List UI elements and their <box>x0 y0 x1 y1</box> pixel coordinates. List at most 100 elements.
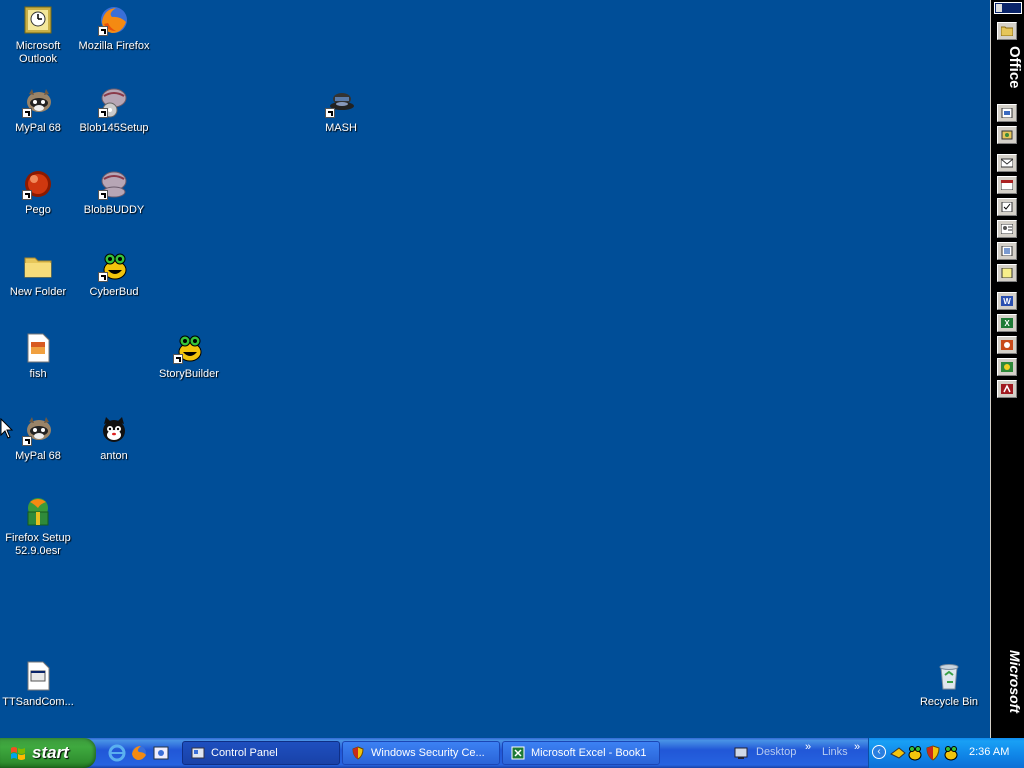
new-journal-entry-button[interactable] <box>997 242 1017 260</box>
taskbar: start Control Panel Windows Security Ce.… <box>0 738 1024 768</box>
new-office-document-button[interactable] <box>997 104 1017 122</box>
shortcut-arrow-icon <box>22 108 32 118</box>
office-folder-button[interactable] <box>997 22 1017 40</box>
open-office-document-button[interactable] <box>997 126 1017 144</box>
new-contact-button[interactable] <box>997 220 1017 238</box>
desktop-icon-storybuilder[interactable]: StoryBuilder <box>151 332 227 381</box>
desktop-toolbar-chevron-icon[interactable]: » <box>805 741 811 753</box>
blobbuddy-icon <box>98 168 130 200</box>
exe-file-icon <box>22 660 54 692</box>
mail-icon <box>1001 158 1013 168</box>
icon-label: fish <box>29 368 47 380</box>
desktop-icon-mash[interactable]: MASH <box>303 86 379 135</box>
excel-button[interactable]: X <box>997 314 1017 332</box>
word-button[interactable]: W <box>997 292 1017 310</box>
office-bar-control[interactable] <box>994 2 1022 14</box>
desktop-toolbar-label[interactable]: Desktop <box>756 746 796 758</box>
icon-label: BlobBUDDY <box>83 204 145 216</box>
desktop-icon-new-folder[interactable]: New Folder <box>0 250 76 299</box>
office-bar-brand: Microsoft <box>1007 650 1023 713</box>
journal-icon <box>1001 246 1013 256</box>
mouse-cursor-icon <box>0 418 14 439</box>
icon-label: StoryBuilder <box>159 368 219 380</box>
icon-label: New Folder <box>9 286 67 298</box>
folder-icon <box>1001 26 1013 36</box>
svg-text:X: X <box>1004 319 1010 328</box>
desktop[interactable]: Microsoft Outlook Mozilla Firefox MyPal … <box>0 0 990 738</box>
shortcut-arrow-icon <box>98 272 108 282</box>
calendar-icon <box>1001 180 1013 190</box>
desktop-icon-mypal[interactable]: MyPal 68 <box>0 86 76 135</box>
task-label: Control Panel <box>211 747 278 759</box>
desktop-icon-firefox[interactable]: Mozilla Firefox <box>76 4 152 53</box>
publisher-button[interactable] <box>997 358 1017 376</box>
blob-setup-icon <box>98 86 130 118</box>
firefox-icon[interactable] <box>130 744 148 762</box>
new-message-button[interactable] <box>997 154 1017 172</box>
recycle-bin-icon <box>933 660 965 692</box>
icon-label: Recycle Bin <box>919 696 979 708</box>
clock[interactable]: 2:36 AM <box>969 746 1009 758</box>
firefox-setup-icon <box>22 496 54 528</box>
quick-launch <box>104 744 174 762</box>
desktop-icon-cyberbud[interactable]: CyberBud <box>76 250 152 299</box>
task-microsoft-excel[interactable]: Microsoft Excel - Book1 <box>502 741 660 765</box>
new-task-button[interactable] <box>997 198 1017 216</box>
task-label: Windows Security Ce... <box>371 747 485 759</box>
start-button[interactable]: start <box>0 738 96 768</box>
desktop-icon-blobbuddy[interactable]: BlobBUDDY <box>76 168 152 217</box>
desktop-icon-pego[interactable]: Pego <box>0 168 76 217</box>
desktop-icon-fish[interactable]: fish <box>0 332 76 381</box>
task-label: Microsoft Excel - Book1 <box>531 747 647 759</box>
ie-icon[interactable] <box>108 744 126 762</box>
image-file-icon <box>22 332 54 364</box>
links-toolbar-label[interactable]: Links <box>822 746 848 758</box>
access-button[interactable] <box>997 380 1017 398</box>
task-icon <box>1001 202 1013 212</box>
powerpoint-button[interactable] <box>997 336 1017 354</box>
pego-icon <box>22 168 54 200</box>
links-toolbar-chevron-icon[interactable]: » <box>854 741 860 753</box>
word-icon: W <box>1001 296 1013 306</box>
outlook-icon <box>22 4 54 36</box>
storybuilder-icon <box>173 332 205 364</box>
icon-label: Microsoft Outlook <box>15 40 61 65</box>
show-hidden-icons-button[interactable]: ‹ <box>872 745 886 759</box>
shield-tray-icon[interactable] <box>925 745 941 761</box>
new-note-button[interactable] <box>997 264 1017 282</box>
note-icon <box>1001 268 1013 278</box>
buddy-tray-icon[interactable] <box>943 745 959 761</box>
desktop-icon-anton[interactable]: anton <box>76 414 152 463</box>
office-bar-title: Office <box>1006 46 1023 89</box>
desktop-icon-ttsandcom[interactable]: TTSandCom... <box>0 660 76 709</box>
shortcut-arrow-icon <box>22 190 32 200</box>
new-appointment-button[interactable] <box>997 176 1017 194</box>
system-tray: ‹ 2:36 AM <box>868 738 1024 768</box>
bonzi-icon[interactable] <box>890 745 906 761</box>
contact-icon <box>1001 224 1013 234</box>
start-label: start <box>32 743 69 762</box>
icon-label: MASH <box>325 122 357 134</box>
raccoon-icon <box>22 414 54 446</box>
icon-label: MyPal 68 <box>15 122 61 134</box>
powerpoint-icon <box>1001 340 1013 350</box>
desktop-icon-outlook[interactable]: Microsoft Outlook <box>0 4 76 66</box>
cyberbud-icon <box>98 250 130 282</box>
outlook-express-icon[interactable] <box>152 744 170 762</box>
icon-label: Mozilla Firefox <box>78 40 150 52</box>
publisher-icon <box>1001 362 1013 372</box>
icon-label: Firefox Setup 52.9.0esr <box>5 532 71 557</box>
desktop-icon-recycle-bin[interactable]: Recycle Bin <box>911 660 987 709</box>
desktop-icon-blob145setup[interactable]: Blob145Setup <box>76 86 152 135</box>
task-control-panel[interactable]: Control Panel <box>182 741 340 765</box>
task-windows-security-center[interactable]: Windows Security Ce... <box>342 741 500 765</box>
office-doc-icon <box>1001 108 1013 118</box>
desktop-icon-firefox-setup[interactable]: Firefox Setup 52.9.0esr <box>0 496 76 558</box>
cyberbud-tray-icon[interactable] <box>907 745 923 761</box>
shortcut-arrow-icon <box>98 190 108 200</box>
firefox-icon <box>98 4 130 36</box>
shortcut-arrow-icon <box>325 108 335 118</box>
desktop-toolbar-icon <box>734 747 748 759</box>
excel-icon: X <box>1001 318 1013 328</box>
svg-text:W: W <box>1003 297 1011 306</box>
